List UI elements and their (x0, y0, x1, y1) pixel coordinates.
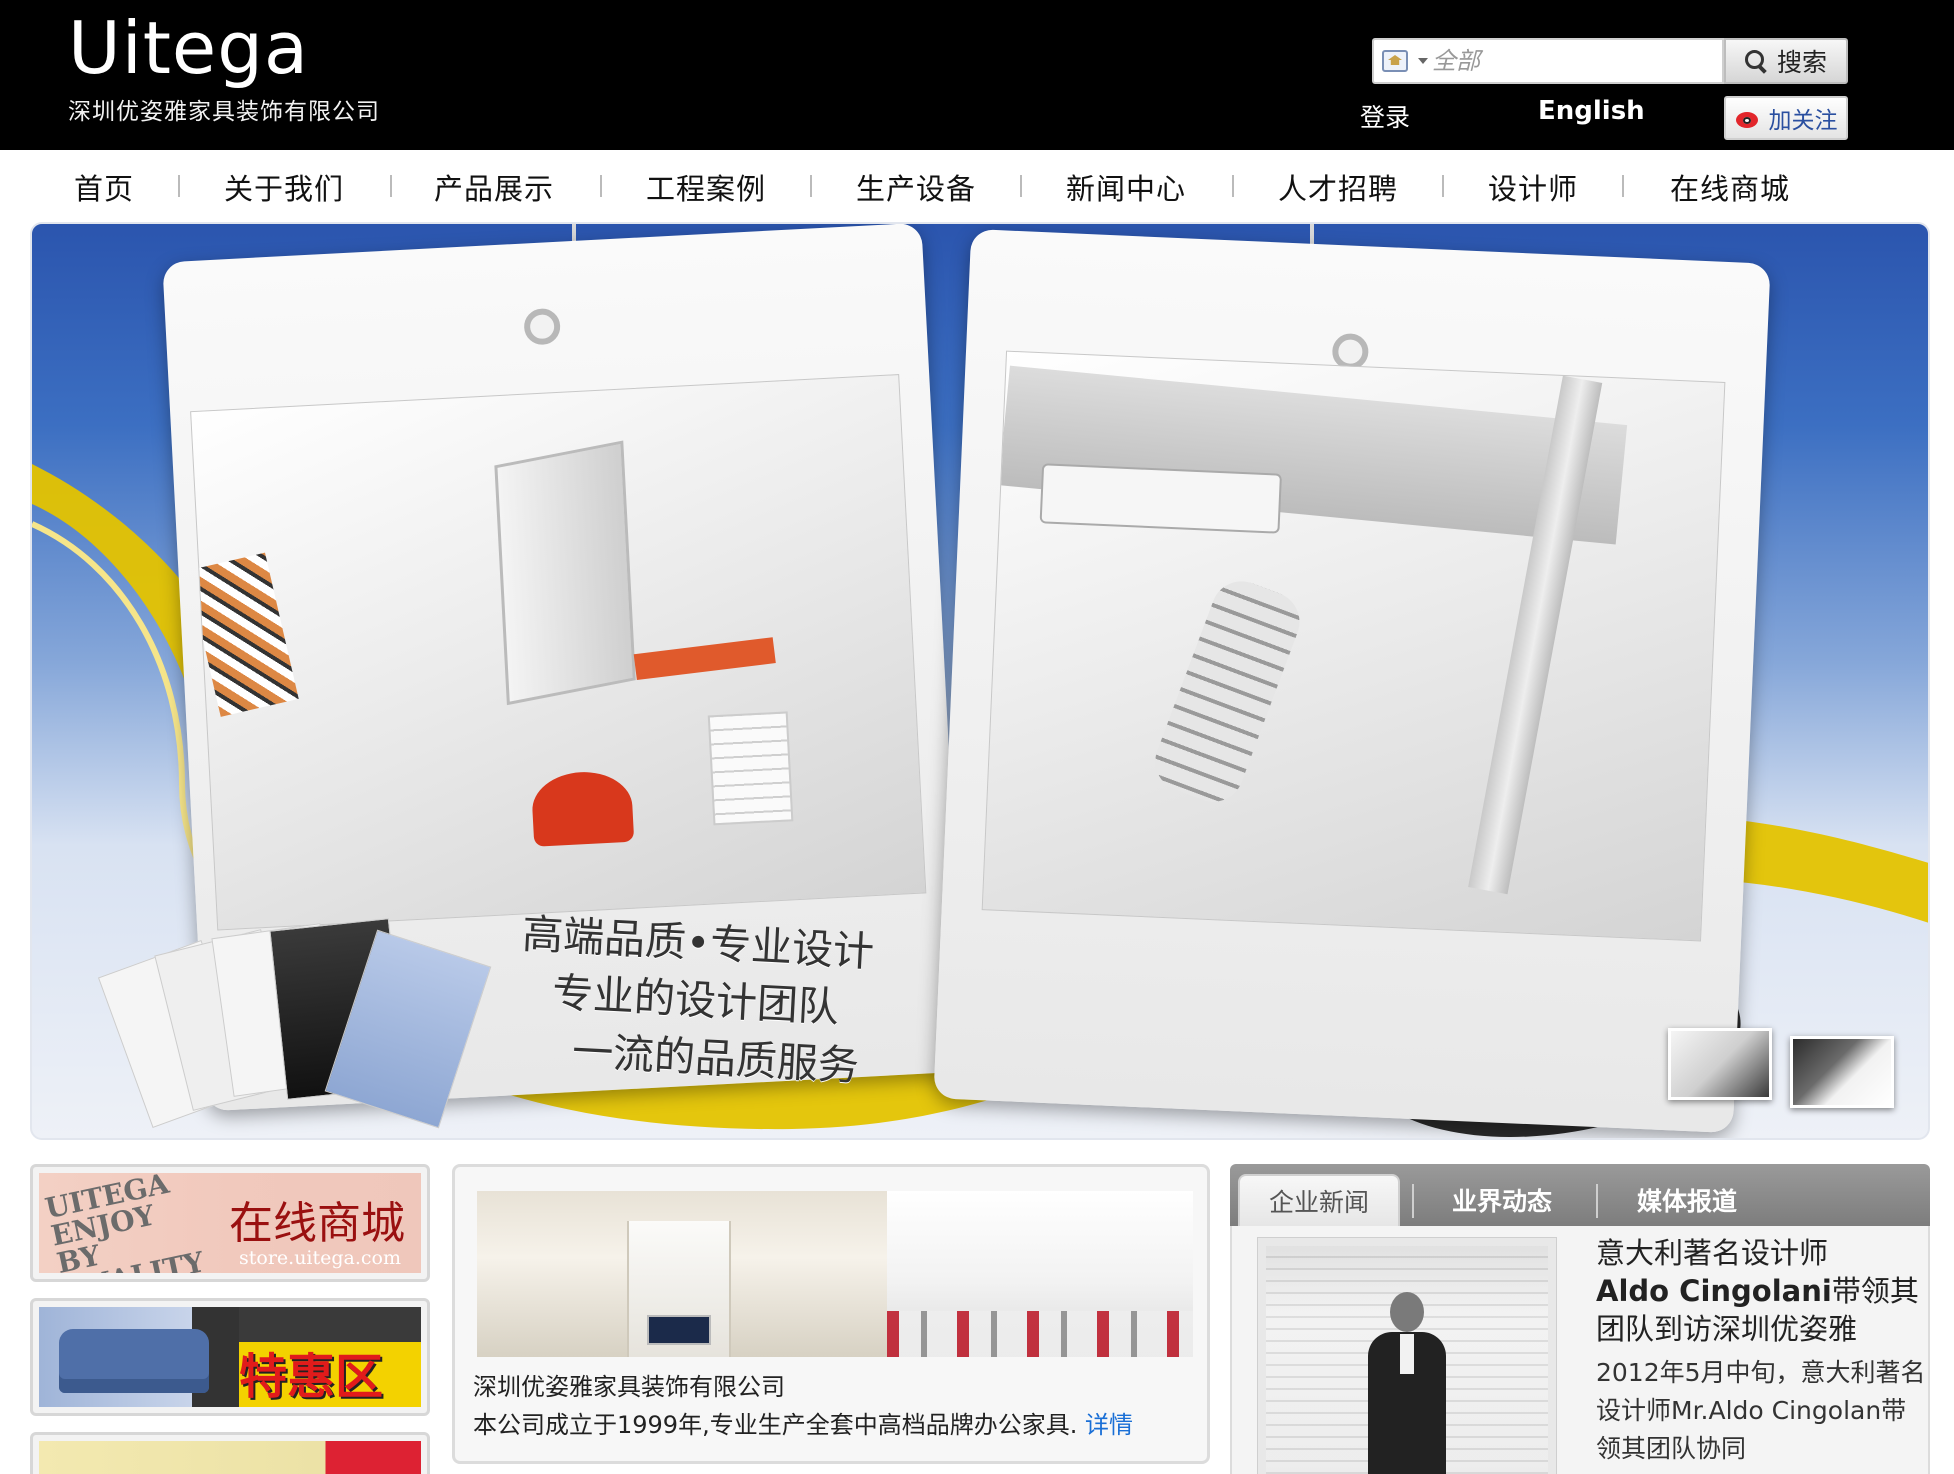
orange-tray-graphic (633, 637, 776, 681)
keyboard-graphic (707, 711, 794, 826)
search-box (1372, 38, 1724, 84)
banner-slogan: 高端品质•专业设计 专业的设计团队 一流的品质服务 (521, 910, 875, 1090)
tab-company-news[interactable]: 企业新闻 (1238, 1174, 1400, 1226)
store-promo-brand: UITEGA ENJOY BY QUALITY (42, 1173, 206, 1273)
news-article: 意大利著名设计师 Aldo Cingolani带领其团队到访深圳优姿雅 2012… (1596, 1234, 1926, 1468)
showcase-card-cable-tray (933, 228, 1771, 1134)
store-promo-label: 在线商城 (229, 1198, 405, 1249)
tab-divider (1412, 1184, 1414, 1218)
search-icon (1744, 50, 1767, 72)
nav-item-news[interactable]: 新闻中心 (1066, 166, 1186, 208)
person-figure (1362, 1292, 1452, 1474)
company-intro-box: 深圳优姿雅家具装饰有限公司 本公司成立于1999年,专业生产全套中高档品牌办公家… (452, 1164, 1210, 1464)
news-excerpt: 2012年5月中旬，意大利著名设计师Mr.Aldo Cingolan带领其团队协… (1596, 1358, 1926, 1463)
logo-company-name: 深圳优姿雅家具装饰有限公司 (68, 99, 380, 125)
hero-banner[interactable]: 高端品质•专业设计 专业的设计团队 一流的品质服务 (30, 222, 1930, 1140)
news-photo[interactable] (1258, 1238, 1556, 1474)
nav-item-store[interactable]: 在线商城 (1670, 166, 1790, 208)
brochure-stack-graphic (97, 914, 492, 1138)
power-strip-graphic (1039, 463, 1282, 534)
workstation-photo (190, 374, 927, 931)
sofa-graphic (59, 1329, 209, 1393)
tab-media-reports[interactable]: 媒体报道 (1604, 1174, 1770, 1226)
nav-divider (1442, 175, 1444, 197)
office-interior-photo (477, 1191, 1193, 1357)
tab-industry-news[interactable]: 业界动态 (1420, 1174, 1584, 1226)
login-link[interactable]: 登录 (1360, 98, 1410, 134)
poster-graphic (190, 552, 299, 717)
nav-divider (600, 175, 602, 197)
nav-divider (1232, 175, 1234, 197)
site-header: Uitega 深圳优姿雅家具装饰有限公司 搜索 登录 English 加关注 (0, 0, 1954, 150)
hanging-hook (523, 307, 562, 346)
nav-item-home[interactable]: 首页 (74, 166, 134, 208)
nav-item-equipment[interactable]: 生产设备 (856, 166, 976, 208)
nav-divider (1622, 175, 1624, 197)
search-button[interactable]: 搜索 (1724, 38, 1848, 84)
nav-divider (390, 175, 392, 197)
nav-divider (810, 175, 812, 197)
nav-item-about[interactable]: 关于我们 (224, 166, 344, 208)
nav-item-careers[interactable]: 人才招聘 (1278, 166, 1398, 208)
cable-spine-graphic (1146, 572, 1309, 811)
details-link[interactable]: 详情 (1085, 1411, 1133, 1439)
news-panel: 企业新闻 业界动态 媒体报道 意大利著名设计师 Aldo Cingolani带领… (1230, 1164, 1930, 1474)
online-store-promo[interactable]: UITEGA ENJOY BY QUALITY 在线商城 store.uiteg… (30, 1164, 430, 1282)
tab-divider (1596, 1184, 1598, 1218)
monitor-graphic (494, 440, 636, 706)
headline-part: 意大利著名设计师 (1596, 1236, 1829, 1270)
slide-thumbnail-1[interactable] (1668, 1028, 1772, 1100)
chevron-down-icon[interactable] (1418, 58, 1428, 64)
slide-thumbnail-2[interactable] (1790, 1036, 1894, 1108)
nav-divider (1020, 175, 1022, 197)
site-logo[interactable]: Uitega 深圳优姿雅家具装饰有限公司 (68, 6, 380, 126)
headline-designer-name: Aldo Cingolani (1596, 1274, 1832, 1308)
store-promo-url: store.uitega.com (239, 1247, 402, 1269)
company-intro-text: 本公司成立于1999年,专业生产全套中高档品牌办公家具. (473, 1411, 1078, 1439)
search-input[interactable] (1432, 46, 1712, 76)
nav-item-products[interactable]: 产品展示 (434, 166, 554, 208)
search-bar: 搜索 (1372, 38, 1848, 84)
news-headline[interactable]: 意大利著名设计师 Aldo Cingolani带领其团队到访深圳优姿雅 (1596, 1234, 1926, 1348)
special-offer-promo[interactable]: 特惠区 (30, 1298, 430, 1416)
follow-label: 加关注 (1768, 108, 1838, 134)
logo-brand: Uitega (68, 6, 310, 90)
company-intro-description: 本公司成立于1999年,专业生产全套中高档品牌办公家具. 详情 (473, 1405, 1133, 1440)
sale-promo-label: 特惠区 (239, 1349, 384, 1405)
english-link[interactable]: English (1538, 96, 1645, 126)
follow-weibo-button[interactable]: 加关注 (1724, 96, 1848, 140)
company-intro-title[interactable]: 深圳优姿雅家具装饰有限公司 (473, 1367, 785, 1402)
search-button-label: 搜索 (1776, 48, 1827, 77)
nav-item-projects[interactable]: 工程案例 (646, 166, 766, 208)
news-content: 意大利著名设计师 Aldo Cingolani带领其团队到访深圳优姿雅 2012… (1230, 1226, 1930, 1474)
third-promo[interactable] (30, 1432, 430, 1474)
main-nav: 首页 关于我们 产品展示 工程案例 生产设备 新闻中心 人才招聘 设计师 在线商… (0, 150, 1954, 222)
nav-divider (178, 175, 180, 197)
cable-tray-photo (981, 350, 1726, 942)
house-icon[interactable] (1382, 50, 1408, 72)
news-tab-bar: 企业新闻 业界动态 媒体报道 (1230, 1164, 1930, 1226)
weibo-icon (1735, 106, 1763, 130)
red-tape-dispenser-graphic (530, 769, 635, 847)
nav-item-designers[interactable]: 设计师 (1488, 166, 1578, 208)
